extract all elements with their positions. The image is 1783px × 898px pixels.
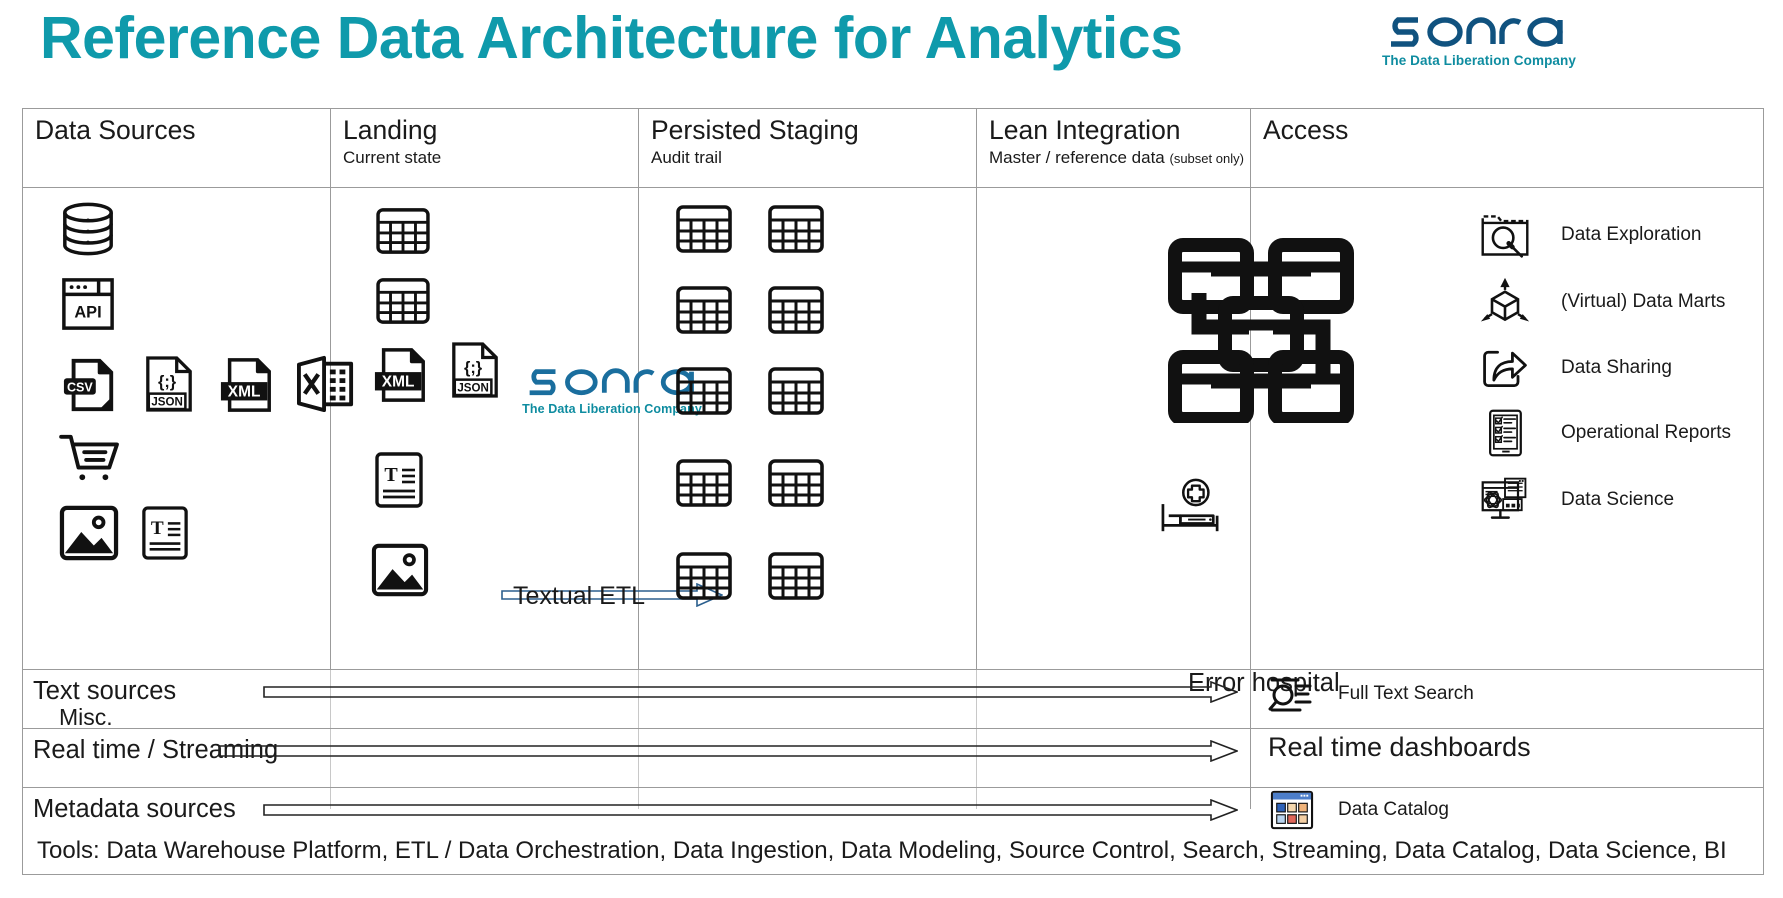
svg-text:T: T bbox=[151, 518, 164, 539]
svg-text:API: API bbox=[74, 304, 101, 322]
column-subtitle-wrap: Master / reference data (subset only) bbox=[989, 148, 1250, 168]
access-item-label: (Virtual) Data Marts bbox=[1561, 291, 1726, 312]
flow-right-real-time-dashboards[interactable]: Real time dashboards bbox=[1268, 732, 1531, 763]
svg-text:JSON: JSON bbox=[457, 383, 488, 395]
header-row-divider bbox=[23, 187, 1763, 188]
flow-right-label: Full Text Search bbox=[1338, 683, 1474, 704]
architecture-diagram-page: Reference Data Architecture for Analytic… bbox=[0, 0, 1783, 898]
table-icon bbox=[376, 208, 430, 254]
svg-text:XML: XML bbox=[228, 384, 261, 401]
checklist-tablet-icon bbox=[1489, 409, 1522, 457]
column-subtitle: Master / reference data bbox=[989, 147, 1165, 167]
column-title: Data Sources bbox=[35, 115, 196, 145]
access-item-virtual-data-marts[interactable]: (Virtual) Data Marts bbox=[1479, 276, 1725, 328]
table-icon bbox=[676, 367, 732, 415]
column-header-persisted-staging: Persisted Staging Audit trail bbox=[639, 109, 976, 187]
svg-text:T: T bbox=[384, 464, 398, 486]
table-icon bbox=[768, 205, 824, 253]
access-item-operational-reports[interactable]: Operational Reports bbox=[1479, 407, 1731, 459]
sonra-wordmark-icon bbox=[1391, 17, 1563, 47]
svg-text:{;}: {;} bbox=[464, 359, 483, 377]
flow-arrow bbox=[218, 740, 1238, 762]
flow-right-full-text-search[interactable]: Full Text Search bbox=[1268, 673, 1474, 715]
flow-arrow bbox=[263, 681, 1238, 703]
column-header-access: Access bbox=[1251, 109, 1765, 187]
table-icon bbox=[376, 278, 430, 324]
access-item-data-science[interactable]: Data Science bbox=[1479, 474, 1674, 526]
svg-text:JSON: JSON bbox=[151, 397, 182, 409]
flow-label-metadata-sources: Metadata sources bbox=[33, 795, 236, 823]
data-model-network-icon bbox=[1168, 238, 1354, 423]
table-icon bbox=[768, 367, 824, 415]
column-divider bbox=[1250, 109, 1251, 809]
table-icon bbox=[768, 286, 824, 334]
tools-text: Tools: Data Warehouse Platform, ETL / Da… bbox=[37, 837, 1727, 864]
row-divider bbox=[23, 669, 1763, 670]
xml-file-icon: XML bbox=[374, 348, 425, 402]
xml-file-icon: XML bbox=[220, 358, 271, 412]
column-header-landing: Landing Current state bbox=[331, 109, 638, 187]
access-item-label: Data Science bbox=[1561, 489, 1675, 510]
text-document-icon: T bbox=[142, 506, 188, 560]
sonra-logo: The Data Liberation Company bbox=[1382, 10, 1576, 70]
table-icon bbox=[676, 205, 732, 253]
textual-etl-label: Textual ETL bbox=[513, 582, 646, 610]
access-item-label: Data Exploration bbox=[1561, 224, 1702, 245]
data-catalog-icon bbox=[1270, 790, 1314, 830]
column-subtitle: Current state bbox=[343, 147, 442, 167]
api-window-icon: API bbox=[62, 278, 114, 330]
architecture-grid: Data Sources Landing Current state Persi… bbox=[22, 108, 1764, 875]
page-title: Reference Data Architecture for Analytic… bbox=[40, 5, 1183, 71]
cube-arrows-icon bbox=[1480, 277, 1530, 322]
column-subtitle-note: (subset only) bbox=[1169, 150, 1244, 166]
access-item-label: Operational Reports bbox=[1561, 422, 1732, 443]
table-icon bbox=[768, 459, 824, 507]
share-arrow-icon bbox=[1483, 350, 1527, 388]
column-title: Access bbox=[1263, 115, 1349, 145]
flow-arrow bbox=[263, 799, 1238, 821]
database-icon bbox=[63, 202, 113, 256]
shopping-cart-icon bbox=[59, 434, 119, 481]
table-icon bbox=[676, 286, 732, 334]
column-divider bbox=[976, 109, 977, 669]
column-title: Lean Integration bbox=[989, 115, 1181, 145]
svg-text:{;}: {;} bbox=[158, 373, 177, 391]
svg-text:XML: XML bbox=[382, 374, 415, 391]
image-file-icon bbox=[371, 543, 429, 597]
data-sources-misc-label: Misc. bbox=[59, 704, 113, 730]
flow-label-text-sources: Text sources bbox=[33, 677, 177, 705]
tools-footer: Tools: Data Warehouse Platform, ETL / Da… bbox=[22, 828, 1764, 875]
text-search-icon bbox=[1268, 678, 1312, 712]
access-item-data-exploration[interactable]: Data Exploration bbox=[1479, 209, 1701, 261]
table-icon bbox=[768, 552, 824, 600]
access-item-data-sharing[interactable]: Data Sharing bbox=[1479, 342, 1672, 394]
folder-search-icon bbox=[1481, 215, 1529, 258]
column-subtitle: Audit trail bbox=[651, 147, 722, 167]
column-title: Landing bbox=[343, 115, 438, 145]
json-file-icon: {;} JSON bbox=[452, 342, 498, 398]
sonra-tagline: The Data Liberation Company bbox=[1382, 53, 1576, 68]
table-icon bbox=[676, 459, 732, 507]
csv-file-icon: CSV bbox=[63, 358, 114, 412]
table-icon bbox=[676, 552, 732, 600]
text-document-icon: T bbox=[375, 452, 423, 508]
json-file-icon: {;} JSON bbox=[146, 356, 192, 412]
image-file-icon bbox=[59, 505, 119, 561]
column-header-data-sources: Data Sources bbox=[23, 109, 330, 187]
flow-right-data-catalog[interactable]: Data Catalog bbox=[1268, 789, 1449, 831]
flow-right-label: Real time dashboards bbox=[1268, 732, 1531, 762]
hospital-bed-icon bbox=[1161, 478, 1219, 532]
access-item-label: Data Sharing bbox=[1561, 357, 1672, 378]
column-title: Persisted Staging bbox=[651, 115, 859, 145]
row-divider bbox=[23, 787, 1763, 788]
row-divider bbox=[23, 728, 1763, 729]
data-science-monitor-icon bbox=[1481, 477, 1527, 519]
excel-file-icon bbox=[297, 355, 354, 413]
column-header-lean-integration: Lean Integration Master / reference data… bbox=[977, 109, 1250, 187]
svg-text:CSV: CSV bbox=[67, 380, 93, 394]
page-header: Reference Data Architecture for Analytic… bbox=[0, 0, 1783, 95]
flow-right-label: Data Catalog bbox=[1338, 799, 1449, 820]
